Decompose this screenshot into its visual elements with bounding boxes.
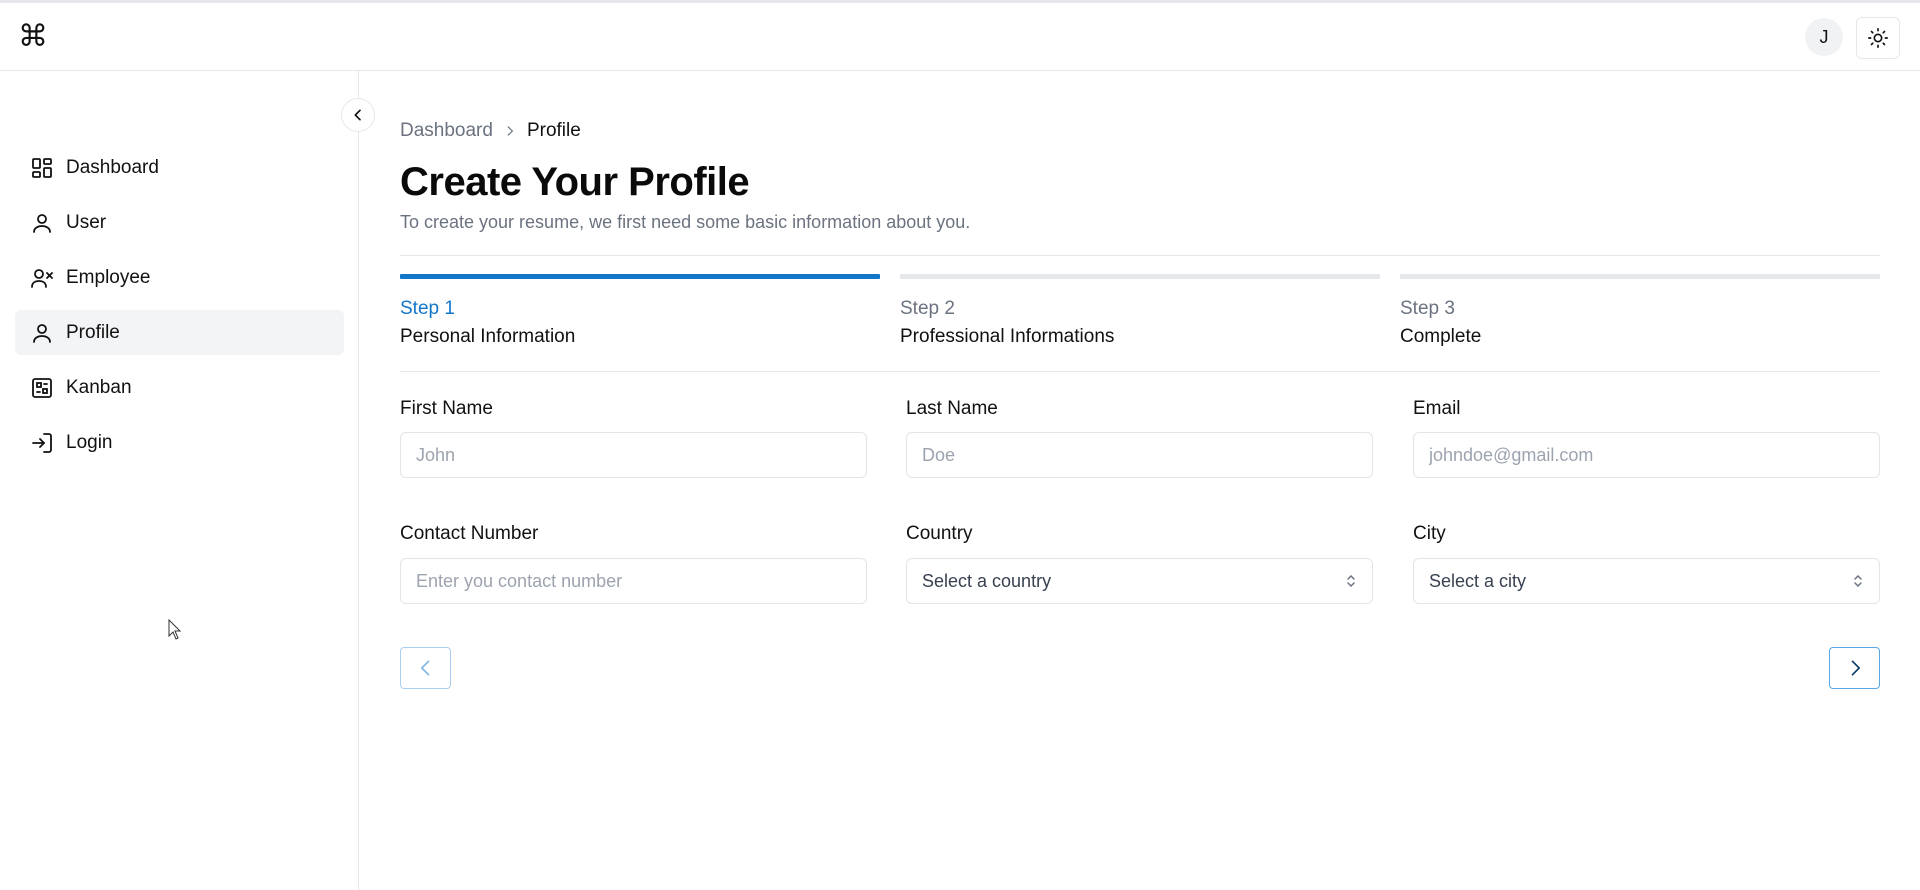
step-progress-bar [400, 274, 880, 279]
breadcrumb-current: Profile [526, 120, 581, 141]
contact-number-input[interactable] [400, 558, 867, 604]
sidebar-item-label: Dashboard [66, 156, 159, 178]
sidebar-item-label: Employee [66, 266, 151, 288]
command-icon[interactable]: ⌘ [18, 21, 50, 53]
email-label: Email [1413, 398, 1461, 419]
step-number: Step 3 [1400, 298, 1455, 319]
mouse-cursor-icon [168, 619, 182, 640]
user-icon [30, 211, 54, 235]
kanban-icon [30, 376, 54, 400]
next-step-button[interactable] [1829, 647, 1880, 689]
sidebar-item-label: Kanban [66, 376, 132, 398]
chevron-right-icon [1851, 660, 1860, 676]
user-icon [30, 321, 54, 345]
sidebar-item-employee[interactable]: Employee [15, 255, 344, 300]
divider [400, 255, 1880, 256]
top-bar: ⌘ J [0, 0, 1920, 71]
step-progress-bar [1400, 274, 1880, 279]
step-1[interactable]: Step 1 Personal Information [400, 274, 880, 348]
theme-toggle-button[interactable] [1856, 17, 1900, 59]
previous-step-button[interactable] [400, 647, 451, 689]
sidebar-item-label: Login [66, 431, 113, 453]
chevron-up-down-icon [1347, 574, 1355, 588]
country-label: Country [906, 523, 973, 544]
page-title: Create Your Profile [400, 160, 750, 204]
first-name-input[interactable] [400, 432, 867, 478]
sidebar-item-kanban[interactable]: Kanban [15, 365, 344, 410]
sidebar-item-user[interactable]: User [15, 200, 344, 245]
sidebar-item-login[interactable]: Login [15, 420, 344, 465]
step-name: Personal Information [400, 326, 576, 347]
last-name-input[interactable] [906, 432, 1373, 478]
step-number: Step 1 [400, 298, 455, 319]
breadcrumb-dashboard-link[interactable]: Dashboard [400, 120, 493, 142]
sidebar-item-label: User [66, 211, 107, 233]
sidebar-item-profile[interactable]: Profile [15, 310, 344, 355]
login-icon [30, 431, 54, 455]
chevron-right-icon [503, 124, 517, 138]
country-select[interactable]: Select a country [906, 558, 1373, 604]
step-name: Complete [1400, 326, 1482, 347]
step-progress-bar [900, 274, 1380, 279]
country-select-value: Select a country [922, 570, 1052, 591]
sidebar [0, 71, 359, 890]
page-subtitle: To create your resume, we first need som… [400, 212, 971, 232]
chevron-up-down-icon [1854, 574, 1862, 588]
first-name-label: First Name [400, 398, 493, 419]
step-3[interactable]: Step 3 Complete [1400, 274, 1880, 348]
sun-icon [1868, 28, 1888, 48]
email-input[interactable] [1413, 432, 1880, 478]
city-select[interactable]: Select a city [1413, 558, 1880, 604]
avatar[interactable]: J [1805, 18, 1843, 56]
city-label: City [1413, 523, 1446, 544]
dashboard-icon [30, 156, 54, 180]
step-number: Step 2 [900, 298, 955, 319]
divider [400, 371, 1880, 372]
user-x-icon [30, 266, 54, 290]
step-name: Professional Informations [900, 326, 1115, 347]
chevron-left-icon [354, 109, 361, 121]
step-2[interactable]: Step 2 Professional Informations [900, 274, 1380, 348]
city-select-value: Select a city [1429, 570, 1527, 591]
avatar-initial: J [1819, 26, 1829, 47]
sidebar-item-label: Profile [66, 321, 120, 343]
sidebar-collapse-button[interactable] [341, 98, 375, 132]
last-name-label: Last Name [906, 398, 998, 419]
chevron-left-icon [420, 660, 429, 676]
sidebar-item-dashboard[interactable]: Dashboard [15, 145, 344, 190]
contact-number-label: Contact Number [400, 523, 539, 544]
breadcrumb: Dashboard Profile [400, 120, 581, 142]
